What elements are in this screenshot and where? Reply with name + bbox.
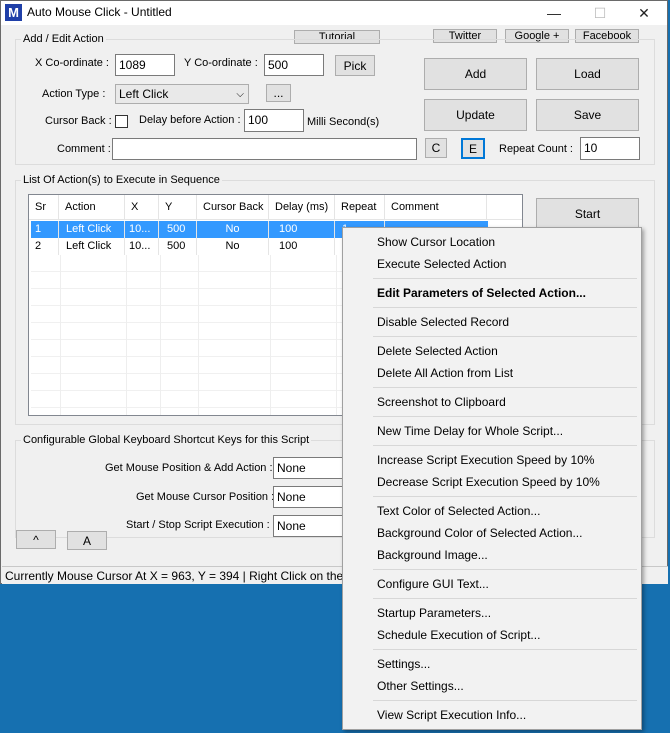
column-header-cursor-back[interactable]: Cursor Back (197, 195, 269, 219)
column-header-y[interactable]: Y (159, 195, 197, 219)
cell-action: Left Click (59, 221, 125, 238)
title-bar: M Auto Mouse Click - Untitled — ☐ ✕ (1, 1, 667, 25)
cell-y: 500 (159, 238, 197, 255)
e-button[interactable]: E (461, 138, 485, 159)
cell-cursor-back: No (197, 221, 269, 238)
menu-item-delete-selected-action[interactable]: Delete Selected Action (377, 344, 498, 358)
menu-item-background-image[interactable]: Background Image... (377, 548, 488, 562)
update-button[interactable]: Update (424, 99, 527, 131)
column-header-sr[interactable]: Sr (29, 195, 59, 219)
menu-item-startup-parameters[interactable]: Startup Parameters... (377, 606, 491, 620)
menu-separator (373, 278, 637, 279)
menu-item-other-settings[interactable]: Other Settings... (377, 679, 464, 693)
delay-unit-label: Milli Second(s) (307, 116, 380, 128)
menu-item-new-time-delay[interactable]: New Time Delay for Whole Script... (377, 424, 563, 438)
menu-separator (373, 700, 637, 701)
window-title: Auto Mouse Click - Untitled (27, 5, 172, 19)
get-cursor-position-input[interactable]: None (273, 486, 353, 508)
delay-label: Delay before Action : (139, 114, 241, 126)
menu-separator (373, 649, 637, 650)
menu-separator (373, 307, 637, 308)
menu-item-disable-selected-record[interactable]: Disable Selected Record (377, 315, 509, 329)
pick-button[interactable]: Pick (335, 55, 375, 76)
add-button[interactable]: Add (424, 58, 527, 90)
menu-item-screenshot-to-clipboard[interactable]: Screenshot to Clipboard (377, 395, 506, 409)
column-header-action[interactable]: Action (59, 195, 125, 219)
repeat-count-input[interactable]: 10 (580, 137, 640, 160)
start-button[interactable]: Start (536, 198, 639, 230)
menu-item-execute-selected-action[interactable]: Execute Selected Action (377, 257, 506, 271)
menu-separator (373, 445, 637, 446)
menu-item-edit-parameters[interactable]: Edit Parameters of Selected Action... (377, 286, 586, 300)
menu-item-schedule-execution[interactable]: Schedule Execution of Script... (377, 628, 540, 642)
menu-separator (373, 496, 637, 497)
minimize-button[interactable]: — (531, 1, 577, 25)
get-mouse-position-input[interactable]: None (273, 457, 353, 479)
save-button[interactable]: Save (536, 99, 639, 131)
menu-item-configure-gui-text[interactable]: Configure GUI Text... (377, 577, 489, 591)
cell-x: 10... (125, 221, 159, 238)
shortcuts-group-label: Configurable Global Keyboard Shortcut Ke… (21, 434, 312, 446)
cursor-back-checkbox[interactable] (115, 115, 128, 128)
cell-cursor-back: No (197, 238, 269, 255)
column-header-delay[interactable]: Delay (ms) (269, 195, 335, 219)
get-mouse-position-label: Get Mouse Position & Add Action : (105, 462, 273, 474)
app-logo-icon: M (5, 4, 22, 21)
start-stop-input[interactable]: None (273, 515, 353, 537)
menu-item-view-execution-info[interactable]: View Script Execution Info... (377, 708, 526, 722)
menu-item-text-color[interactable]: Text Color of Selected Action... (377, 504, 540, 518)
menu-separator (373, 598, 637, 599)
list-header: Sr Action X Y Cursor Back Delay (ms) Rep… (29, 195, 522, 220)
x-coordinate-label: X Co-ordinate : (35, 57, 109, 69)
cursor-back-label: Cursor Back : (45, 115, 112, 127)
action-type-select[interactable]: Left Click ⌵ (115, 84, 249, 104)
menu-item-background-color[interactable]: Background Color of Selected Action... (377, 526, 582, 540)
action-type-label: Action Type : (42, 88, 106, 100)
cell-delay: 100 (269, 238, 335, 255)
column-header-x[interactable]: X (125, 195, 159, 219)
context-menu: Show Cursor Location Execute Selected Ac… (342, 227, 642, 730)
menu-item-settings[interactable]: Settings... (377, 657, 430, 671)
a-button[interactable]: A (67, 531, 107, 550)
add-edit-group-label: Add / Edit Action (21, 33, 106, 45)
menu-separator (373, 336, 637, 337)
action-options-button[interactable]: ... (266, 84, 291, 102)
comment-input[interactable] (112, 138, 417, 160)
load-button[interactable]: Load (536, 58, 639, 90)
close-button[interactable]: ✕ (621, 1, 667, 25)
menu-item-decrease-speed[interactable]: Decrease Script Execution Speed by 10% (377, 475, 600, 489)
start-stop-label: Start / Stop Script Execution : (126, 519, 270, 531)
cell-sr: 1 (31, 221, 59, 238)
maximize-button[interactable]: ☐ (577, 1, 623, 25)
cell-action: Left Click (59, 238, 125, 255)
get-cursor-position-label: Get Mouse Cursor Position : (136, 491, 275, 503)
move-up-button[interactable]: ^ (16, 530, 56, 549)
menu-item-delete-all-actions[interactable]: Delete All Action from List (377, 366, 513, 380)
x-coordinate-input[interactable]: 1089 (115, 54, 175, 76)
delay-input[interactable]: 100 (244, 109, 304, 132)
c-button[interactable]: C (425, 138, 447, 158)
menu-item-show-cursor-location[interactable]: Show Cursor Location (377, 235, 495, 249)
menu-separator (373, 569, 637, 570)
menu-item-increase-speed[interactable]: Increase Script Execution Speed by 10% (377, 453, 594, 467)
menu-separator (373, 416, 637, 417)
comment-label: Comment : (57, 143, 111, 155)
column-header-repeat[interactable]: Repeat (335, 195, 385, 219)
y-coordinate-input[interactable]: 500 (264, 54, 324, 76)
cell-sr: 2 (31, 238, 59, 255)
menu-separator (373, 387, 637, 388)
cell-delay: 100 (269, 221, 335, 238)
action-list-group-label: List Of Action(s) to Execute in Sequence (21, 174, 222, 186)
column-header-comment[interactable]: Comment (385, 195, 487, 219)
action-type-value: Left Click (119, 87, 169, 101)
cell-x: 10... (125, 238, 159, 255)
repeat-count-label: Repeat Count : (499, 143, 573, 155)
cell-y: 500 (159, 221, 197, 238)
y-coordinate-label: Y Co-ordinate : (184, 57, 258, 69)
chevron-down-icon: ⌵ (236, 89, 244, 100)
